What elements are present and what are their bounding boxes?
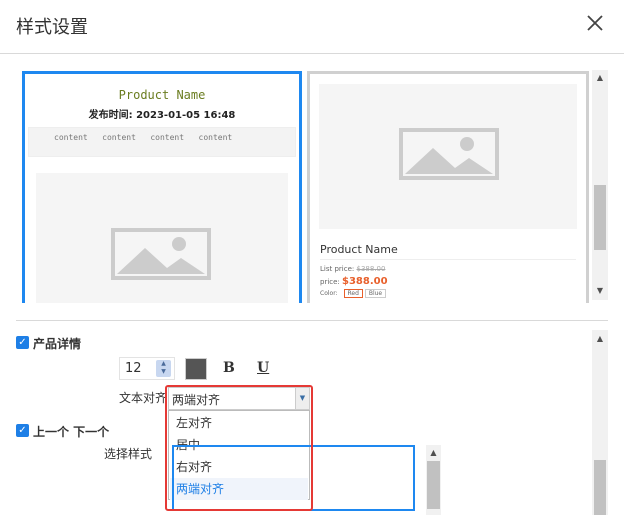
preview-tab: content <box>54 133 88 142</box>
text-align-value: 两端对齐 <box>172 393 221 407</box>
color-option-blue: Blue <box>364 289 387 298</box>
preview-product-name: Product Name <box>118 88 206 102</box>
price: $388.00 <box>342 276 388 287</box>
stepper-arrows[interactable]: ▲ ▼ <box>156 360 171 377</box>
select-style-label: 选择样式 <box>104 447 153 461</box>
preview-product-name: Product Name <box>320 243 576 260</box>
header-divider <box>0 53 624 54</box>
prev-next-label: 上一个 下一个 <box>33 425 110 439</box>
list-price-label: List price: <box>320 265 355 273</box>
scroll-up-icon[interactable]: ▲ <box>592 334 608 343</box>
image-placeholder <box>36 173 288 303</box>
preview-tabs: content content content content <box>28 127 296 157</box>
align-option-left[interactable]: 左对齐 <box>170 412 308 434</box>
decrement-icon[interactable]: ▼ <box>156 368 171 376</box>
scrollbar-thumb[interactable] <box>594 460 606 515</box>
style-list-scrollbar[interactable]: ▲ <box>426 445 441 515</box>
preview-tab: content <box>102 133 136 142</box>
font-size-value: 12 <box>125 361 142 376</box>
prev-next-checkbox[interactable]: ✓ <box>16 424 29 437</box>
color-option-red: Red <box>343 289 363 298</box>
product-detail-checkbox[interactable]: ✓ <box>16 336 29 349</box>
preview-publish-time: 发布时间: 2023-01-05 16:48 <box>88 110 236 121</box>
list-price: $388.00 <box>356 265 386 273</box>
preview-scrollbar[interactable]: ▲ ▼ <box>592 70 608 300</box>
color-label: Color: <box>320 290 338 297</box>
font-color-swatch[interactable] <box>185 358 207 380</box>
scroll-up-icon[interactable]: ▲ <box>426 448 441 457</box>
text-align-select[interactable]: 两端对齐 ▼ <box>168 387 310 410</box>
style-preview-2[interactable]: Product Name List price: $388.00 price: … <box>307 71 589 303</box>
style-preview-1[interactable]: Product Name 发布时间: 2023-01-05 16:48 cont… <box>22 71 302 303</box>
increment-icon[interactable]: ▲ <box>156 360 171 368</box>
scrollbar-thumb[interactable] <box>594 185 606 250</box>
text-align-label: 文本对齐 <box>119 391 168 405</box>
image-placeholder-icon <box>399 128 499 180</box>
scroll-up-icon[interactable]: ▲ <box>592 73 608 82</box>
dialog-title: 样式设置 <box>16 17 88 38</box>
price-label: price: <box>320 278 340 286</box>
settings-scrollbar[interactable]: ▲ <box>592 330 608 515</box>
bold-button[interactable]: B <box>223 360 235 376</box>
scrollbar-thumb[interactable] <box>427 461 440 509</box>
preview-tab: content <box>150 133 185 142</box>
image-placeholder-icon <box>111 228 211 280</box>
product-detail-label: 产品详情 <box>33 337 82 351</box>
underline-button[interactable]: U <box>257 360 269 376</box>
style-selector-box[interactable] <box>172 445 415 511</box>
font-size-stepper[interactable]: 12 ▲ ▼ <box>119 357 175 380</box>
section-divider <box>16 320 608 321</box>
chevron-down-icon[interactable]: ▼ <box>295 388 309 409</box>
scroll-down-icon[interactable]: ▼ <box>592 286 608 295</box>
close-icon[interactable] <box>584 12 606 34</box>
preview-tab: content <box>198 133 233 142</box>
image-placeholder <box>319 84 577 229</box>
